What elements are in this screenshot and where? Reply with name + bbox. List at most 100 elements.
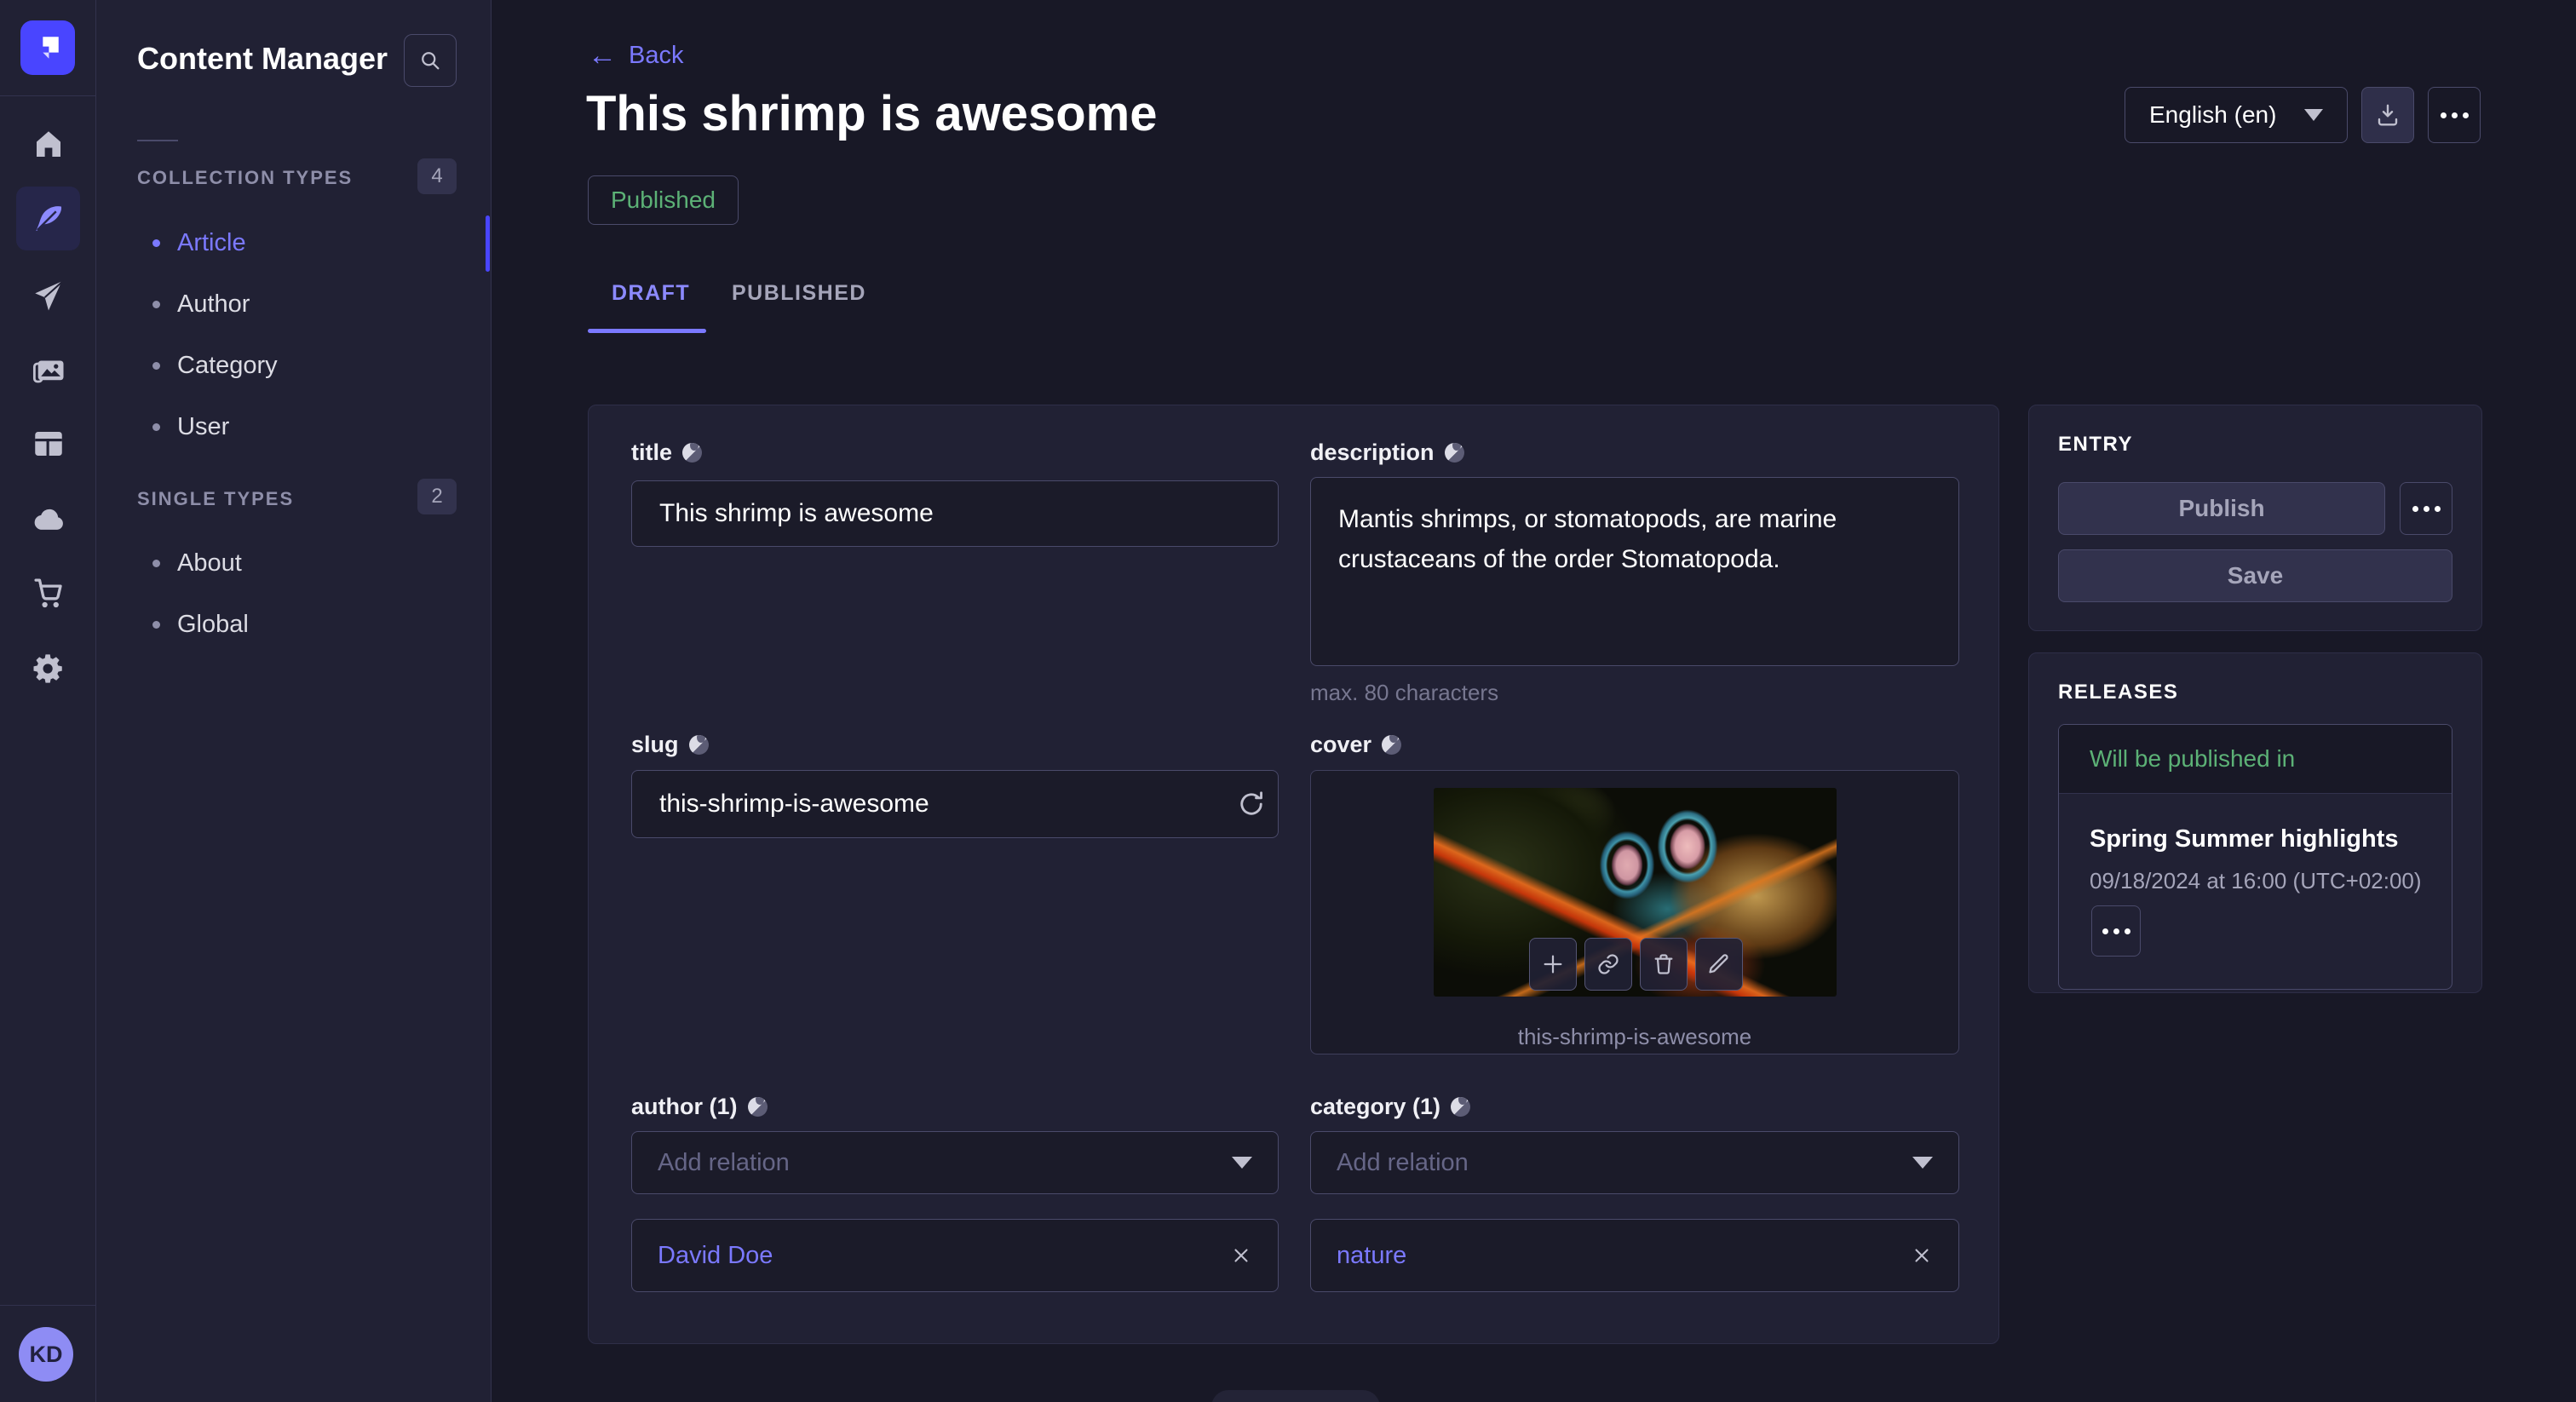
slug-label-text: slug	[631, 732, 679, 758]
content-manager-sidebar: Content Manager COLLECTION TYPES 4 Artic…	[96, 0, 492, 1402]
rail-item-deploy[interactable]	[0, 263, 96, 328]
locale-select[interactable]: English (en)	[2125, 87, 2348, 143]
images-icon	[31, 352, 66, 388]
avatar[interactable]: KD	[19, 1327, 73, 1382]
search-icon	[418, 49, 442, 72]
regenerate-slug-icon[interactable]	[1236, 789, 1267, 819]
page-title: This shrimp is awesome	[586, 85, 1157, 142]
floating-widget-partial[interactable]	[1211, 1390, 1380, 1402]
entry-more-button[interactable]	[2400, 482, 2452, 535]
copy-link-button[interactable]	[1584, 938, 1632, 991]
header-actions: English (en)	[2125, 87, 2481, 143]
rail-item-media-library[interactable]	[0, 337, 96, 402]
sidebar-item-label: Author	[177, 290, 250, 319]
cover-toolbar	[1529, 938, 1743, 991]
more-icon	[2113, 928, 2119, 934]
title-input[interactable]	[631, 480, 1279, 547]
status-badge: Published	[588, 175, 739, 225]
bullet-icon	[152, 423, 160, 431]
release-more-button[interactable]	[2091, 905, 2141, 957]
sidebar-item-label: About	[177, 549, 242, 577]
release-date: 09/18/2024 at 16:00 (UTC+02:00)	[2090, 868, 2422, 894]
field-label-cover: cover	[1310, 732, 1401, 758]
remove-relation-icon[interactable]	[1230, 1244, 1252, 1267]
link-icon	[1596, 952, 1620, 976]
localized-globe-icon	[682, 443, 702, 463]
back-link[interactable]: ← Back	[588, 41, 683, 70]
bullet-icon	[152, 362, 160, 370]
plus-icon	[1541, 952, 1565, 976]
sidebar-item-global[interactable]: Global	[96, 594, 491, 655]
search-button[interactable]	[404, 34, 457, 87]
header-more-button[interactable]	[2428, 87, 2481, 143]
main-content: ← Back This shrimp is awesome Published …	[492, 0, 2576, 1402]
relation-link[interactable]: nature	[1337, 1242, 1406, 1270]
author-relation-item: David Doe	[631, 1219, 1279, 1292]
field-label-title: title	[631, 440, 702, 466]
home-icon	[31, 127, 66, 163]
rail-item-content-manager[interactable]	[0, 187, 96, 251]
cover-image[interactable]	[1434, 788, 1837, 997]
strapi-logo[interactable]	[20, 20, 75, 75]
slug-input[interactable]	[631, 770, 1279, 838]
sidebar-title: Content Manager	[137, 41, 388, 77]
sidebar-item-author[interactable]: Author	[96, 273, 491, 335]
rail-item-content-type-builder[interactable]	[0, 411, 96, 476]
tab-published[interactable]: PUBLISHED	[732, 281, 866, 306]
add-asset-button[interactable]	[1529, 938, 1577, 991]
bullet-icon	[152, 301, 160, 308]
section-collection-types: COLLECTION TYPES	[137, 167, 353, 189]
save-button[interactable]: Save	[2058, 549, 2452, 602]
category-label-text: category (1)	[1310, 1094, 1440, 1120]
sidebar-item-user[interactable]: User	[96, 396, 491, 457]
section-single-types: SINGLE TYPES	[137, 488, 294, 510]
rail-item-marketplace[interactable]	[0, 560, 96, 625]
remove-relation-icon[interactable]	[1911, 1244, 1933, 1267]
export-button[interactable]	[2361, 87, 2414, 143]
category-relation-combobox[interactable]: Add relation	[1310, 1131, 1959, 1194]
combobox-placeholder: Add relation	[1337, 1149, 1469, 1177]
releases-panel-title: RELEASES	[2058, 681, 2178, 704]
localized-globe-icon	[748, 1097, 768, 1117]
sidebar-item-label: Category	[177, 352, 278, 380]
rail-bottom-divider	[0, 1305, 96, 1306]
category-relation-item: nature	[1310, 1219, 1959, 1292]
more-icon	[2452, 112, 2458, 118]
rail-item-settings[interactable]	[0, 636, 96, 701]
relation-link[interactable]: David Doe	[658, 1242, 773, 1270]
avatar-initials: KD	[30, 1342, 63, 1368]
edit-asset-button[interactable]	[1695, 938, 1743, 991]
rail-divider	[0, 95, 96, 96]
entry-panel-title: ENTRY	[2058, 433, 2133, 457]
author-label-text: author (1)	[631, 1094, 738, 1120]
field-label-author: author (1)	[631, 1094, 768, 1120]
release-name[interactable]: Spring Summer highlights	[2090, 825, 2399, 853]
gear-icon	[31, 651, 66, 687]
back-arrow-icon: ←	[588, 41, 617, 70]
cover-label-text: cover	[1310, 732, 1371, 758]
publish-button[interactable]: Publish	[2058, 482, 2385, 535]
chevron-down-icon	[2304, 109, 2323, 121]
combobox-placeholder: Add relation	[658, 1149, 790, 1177]
title-label-text: title	[631, 440, 672, 466]
strapi-logo-icon	[33, 33, 62, 62]
cover-caption: this-shrimp-is-awesome	[1311, 1024, 1958, 1050]
tab-draft[interactable]: DRAFT	[612, 281, 690, 306]
edit-form-card: title description Mantis shrimps, or sto…	[588, 405, 1999, 1344]
chevron-down-icon	[1912, 1157, 1933, 1169]
author-relation-combobox[interactable]: Add relation	[631, 1131, 1279, 1194]
sidebar-item-about[interactable]: About	[96, 532, 491, 594]
more-icon	[2424, 506, 2429, 512]
entry-panel: ENTRY Publish Save	[2028, 405, 2482, 631]
description-label-text: description	[1310, 440, 1435, 466]
delete-asset-button[interactable]	[1640, 938, 1688, 991]
active-tab-underline	[588, 329, 706, 333]
sidebar-item-article[interactable]: Article	[96, 212, 491, 273]
bullet-icon	[152, 621, 160, 629]
release-card: Will be published in Spring Summer highl…	[2058, 724, 2452, 990]
rail-item-cloud[interactable]	[0, 487, 96, 552]
description-textarea[interactable]: Mantis shrimps, or stomatopods, are mari…	[1310, 477, 1959, 666]
releases-panel: RELEASES Will be published in Spring Sum…	[2028, 652, 2482, 993]
rail-item-home[interactable]	[0, 112, 96, 177]
sidebar-item-category[interactable]: Category	[96, 335, 491, 396]
